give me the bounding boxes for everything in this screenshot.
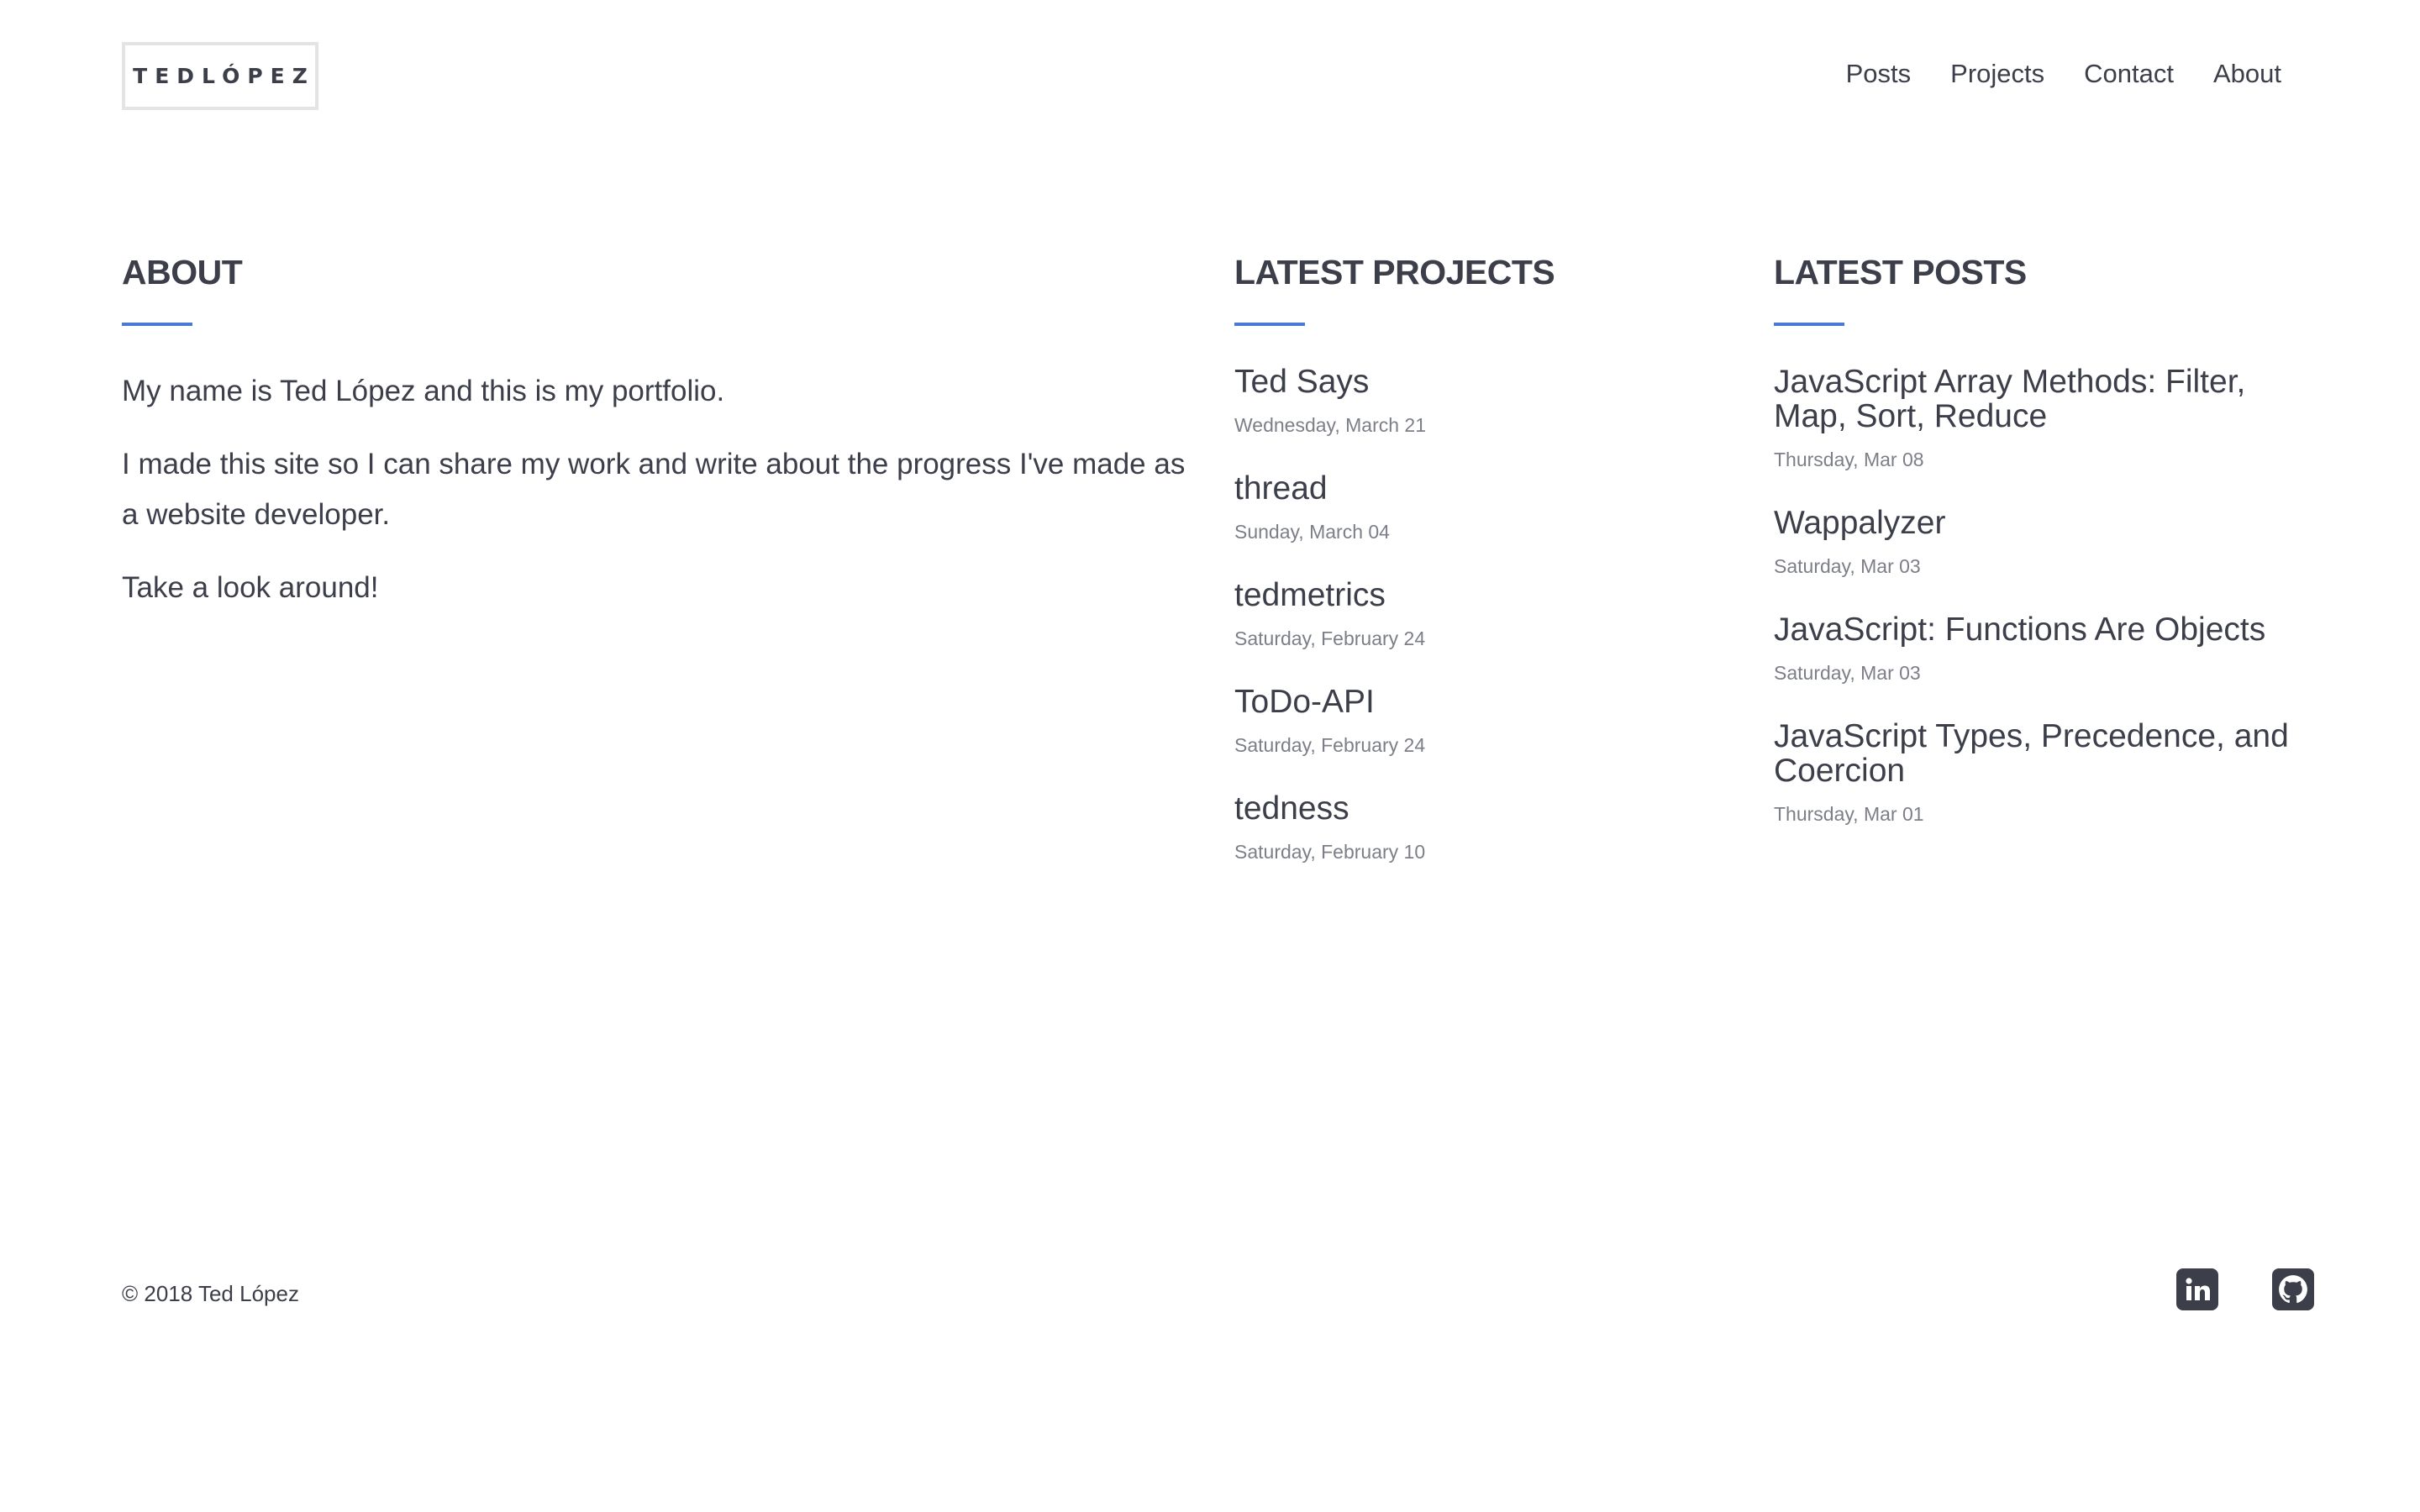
nav-contact[interactable]: Contact (2084, 59, 2174, 89)
project-title-link[interactable]: tedmetrics (1234, 578, 1739, 612)
latest-projects-section: LATEST PROJECTS Ted Says Wednesday, Marc… (1234, 250, 1739, 898)
github-icon[interactable] (2272, 1268, 2314, 1310)
post-item: Wappalyzer Saturday, Mar 03 (1774, 506, 2312, 578)
post-title-link[interactable]: JavaScript Types, Precedence, and Coerci… (1774, 719, 2312, 788)
post-item: JavaScript: Functions Are Objects Saturd… (1774, 612, 2312, 685)
post-date: Thursday, Mar 01 (1774, 803, 1924, 825)
github-glyph (2279, 1275, 2307, 1304)
post-title-link[interactable]: Wappalyzer (1774, 506, 2312, 540)
nav-about[interactable]: About (2213, 59, 2281, 89)
about-paragraph: I made this site so I can share my work … (122, 448, 1186, 531)
about-text: My name is Ted López and this is my port… (122, 366, 1206, 613)
latest-posts-section: LATEST POSTS JavaScript Array Methods: F… (1774, 250, 2312, 860)
site-logo[interactable]: TEDLÓPEZ (122, 42, 318, 110)
project-date: Saturday, February 24 (1234, 734, 1426, 756)
latest-projects-underline (1234, 323, 1305, 326)
about-title: ABOUT (122, 253, 243, 291)
social-links (2176, 1268, 2314, 1310)
project-item: ToDo-API Saturday, February 24 (1234, 685, 1739, 757)
page: TEDLÓPEZ Posts Projects Contact About AB… (0, 0, 2420, 1512)
project-date: Saturday, February 10 (1234, 841, 1426, 863)
main-nav: Posts Projects Contact About (1846, 59, 2281, 89)
about-paragraph: Take a look around! (122, 571, 379, 604)
post-title-link[interactable]: JavaScript: Functions Are Objects (1774, 612, 2312, 647)
project-item: tedness Saturday, February 10 (1234, 791, 1739, 864)
nav-posts[interactable]: Posts (1846, 59, 1912, 89)
post-title-link[interactable]: JavaScript Array Methods: Filter, Map, S… (1774, 365, 2312, 433)
post-item: JavaScript Types, Precedence, and Coerci… (1774, 719, 2312, 826)
project-title-link[interactable]: thread (1234, 471, 1739, 506)
project-date: Saturday, February 24 (1234, 627, 1426, 649)
latest-posts-title: LATEST POSTS (1774, 253, 2027, 291)
linkedin-glyph (2186, 1278, 2210, 1300)
project-title-link[interactable]: tedness (1234, 791, 1739, 826)
post-date: Saturday, Mar 03 (1774, 555, 1921, 577)
project-title-link[interactable]: Ted Says (1234, 365, 1739, 399)
project-item: Ted Says Wednesday, March 21 (1234, 365, 1739, 437)
latest-projects-title: LATEST PROJECTS (1234, 253, 1555, 291)
post-date: Thursday, Mar 08 (1774, 449, 1924, 470)
about-paragraph: My name is Ted López and this is my port… (122, 375, 725, 407)
about-section: ABOUT My name is Ted López and this is m… (122, 250, 1206, 636)
copyright-text: © 2018 Ted López (122, 1281, 299, 1306)
project-item: tedmetrics Saturday, February 24 (1234, 578, 1739, 650)
project-item: thread Sunday, March 04 (1234, 471, 1739, 543)
post-list: JavaScript Array Methods: Filter, Map, S… (1774, 365, 2312, 826)
project-date: Sunday, March 04 (1234, 521, 1390, 543)
project-date: Wednesday, March 21 (1234, 414, 1426, 436)
latest-posts-underline (1774, 323, 1844, 326)
project-title-link[interactable]: ToDo-API (1234, 685, 1739, 719)
linkedin-icon[interactable] (2176, 1268, 2218, 1310)
about-title-underline (122, 323, 192, 326)
post-date: Saturday, Mar 03 (1774, 662, 1921, 684)
project-list: Ted Says Wednesday, March 21 thread Sund… (1234, 365, 1739, 864)
post-item: JavaScript Array Methods: Filter, Map, S… (1774, 365, 2312, 471)
nav-projects[interactable]: Projects (1950, 59, 2044, 89)
